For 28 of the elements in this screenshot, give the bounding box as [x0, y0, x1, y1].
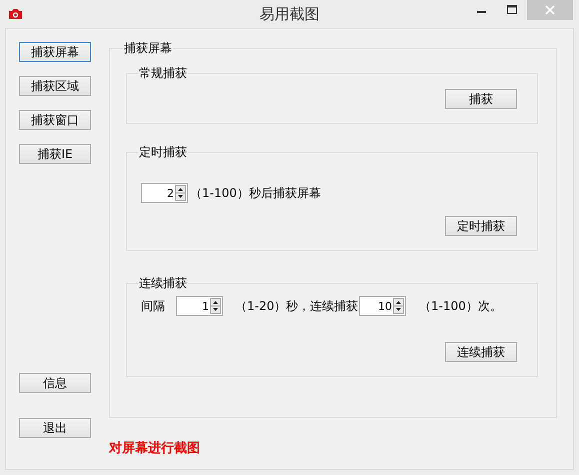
maximize-icon: [506, 5, 518, 15]
side-button[interactable]: 信息: [19, 373, 91, 393]
delay-hint: （1-100）秒后捕获屏幕: [190, 184, 321, 202]
side-button[interactable]: 退出: [19, 418, 91, 438]
up-down-arrows-icon[interactable]: [175, 185, 186, 201]
capture-button[interactable]: 连续捕获: [445, 342, 517, 362]
group-title: 捕获屏幕: [123, 40, 173, 57]
capture-button[interactable]: 定时捕获: [445, 216, 517, 236]
capture-mode-button[interactable]: 捕获屏幕: [19, 42, 91, 62]
number-spinner[interactable]: 1: [176, 296, 223, 316]
number-spinner[interactable]: 10: [359, 296, 406, 316]
status-text: 对屏幕进行截图: [109, 440, 201, 457]
up-down-arrows-icon[interactable]: [210, 298, 221, 314]
group-title: 常规捕获: [138, 65, 188, 82]
capture-mode-button[interactable]: 捕获IE: [19, 144, 91, 164]
capture-mode-button[interactable]: 捕获窗口: [19, 110, 91, 130]
close-icon: [545, 5, 555, 15]
window-title: 易用截图: [260, 5, 320, 24]
capture-mode-button[interactable]: 捕获区域: [19, 76, 91, 96]
count-hint: （1-100）次。: [419, 298, 502, 314]
interval-label: 间隔: [141, 298, 166, 314]
group-title: 连续捕获: [138, 275, 188, 292]
up-down-arrows-icon[interactable]: [393, 298, 404, 314]
camera-icon: [8, 8, 23, 20]
capture-button[interactable]: 捕获: [445, 89, 517, 109]
number-spinner[interactable]: 2: [141, 183, 188, 203]
interval-hint: （1-20）秒，连续捕获: [235, 298, 359, 314]
group-title: 定时捕获: [138, 144, 188, 161]
